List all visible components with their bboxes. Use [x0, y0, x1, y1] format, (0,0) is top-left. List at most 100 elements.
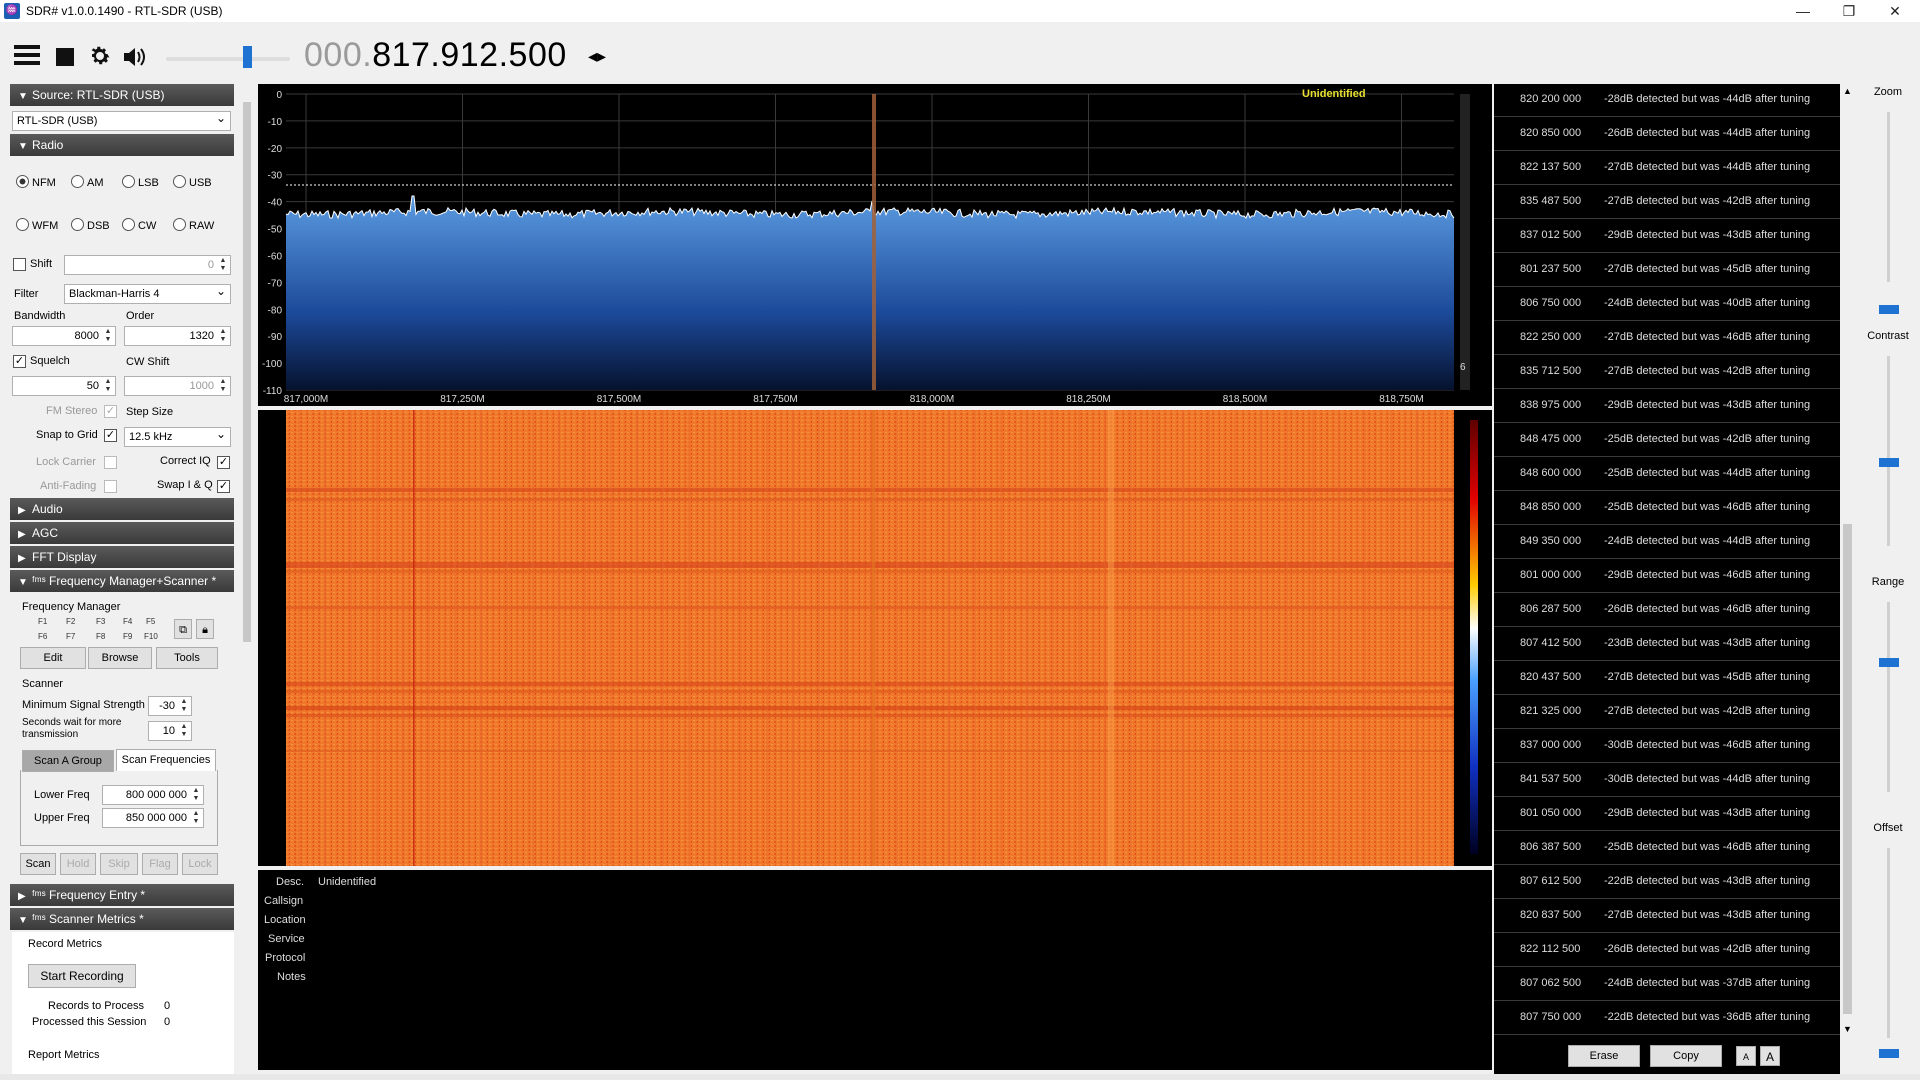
section-scanner-metrics-header[interactable]: ▼ ᶠᵐˢ Scanner Metrics * — [10, 908, 234, 930]
lock-button[interactable]: Lock — [182, 853, 218, 875]
scan-result-row[interactable]: 806 750 000 -24dB detected but was -40dB … — [1494, 288, 1840, 321]
scroll-down-icon[interactable]: ▼ — [1843, 1024, 1852, 1034]
zoom-slider-track[interactable] — [1887, 112, 1890, 282]
squelch-checkbox[interactable]: ✓ — [13, 355, 26, 368]
scan-result-row[interactable]: 848 475 000 -25dB detected but was -42dB … — [1494, 424, 1840, 457]
fkey-f5[interactable]: F5 — [146, 617, 155, 626]
fkey-f4[interactable]: F4 — [123, 617, 132, 626]
scan-result-row[interactable]: 801 050 000 -29dB detected but was -43dB … — [1494, 798, 1840, 831]
frequency-display[interactable]: 000.817.912.500 — [304, 36, 567, 75]
minimize-button[interactable]: — — [1780, 0, 1826, 22]
fkey-f6[interactable]: F6 — [38, 632, 47, 641]
edit-button[interactable]: Edit — [20, 647, 86, 669]
copy-icon[interactable]: ⧉ — [174, 619, 192, 639]
section-source-header[interactable]: ▼ Source: RTL-SDR (USB) — [10, 84, 234, 106]
flag-button[interactable]: Flag — [142, 853, 178, 875]
shift-checkbox[interactable] — [13, 258, 26, 271]
scan-result-row[interactable]: 835 487 500 -27dB detected but was -42dB … — [1494, 186, 1840, 219]
font-smaller-button[interactable]: A — [1736, 1046, 1756, 1066]
anti-fading-checkbox[interactable] — [104, 480, 117, 493]
scan-result-row[interactable]: 801 237 500 -27dB detected but was -45dB … — [1494, 254, 1840, 287]
fm-stereo-checkbox[interactable]: ✓ — [104, 405, 117, 418]
step-size-select[interactable]: 12.5 kHz — [124, 425, 231, 447]
snap-to-grid-checkbox[interactable]: ✓ — [104, 429, 117, 442]
scan-result-row[interactable]: 820 437 500 -27dB detected but was -45dB … — [1494, 662, 1840, 695]
scroll-up-icon[interactable]: ▲ — [1843, 86, 1852, 96]
scan-list-scrollbar[interactable]: ▲ ▼ — [1840, 84, 1856, 1040]
fkey-f8[interactable]: F8 — [96, 632, 105, 641]
scan-result-row[interactable]: 835 712 500 -27dB detected but was -42dB … — [1494, 356, 1840, 389]
mode-cw-radio[interactable]: CW — [122, 218, 156, 232]
scan-result-row[interactable]: 837 012 500 -29dB detected but was -43dB … — [1494, 220, 1840, 253]
contrast-slider-thumb[interactable] — [1879, 458, 1899, 467]
section-fft-header[interactable]: ▶ FFT Display — [10, 546, 234, 568]
scan-result-row[interactable]: 806 387 500 -25dB detected but was -46dB … — [1494, 832, 1840, 865]
cw-shift-input[interactable]: 1000 ▲ ▼ — [124, 376, 231, 396]
scan-result-row[interactable]: 821 325 000 -27dB detected but was -42dB … — [1494, 696, 1840, 729]
scan-results-list[interactable]: 820 200 000 -28dB detected but was -44dB … — [1494, 84, 1840, 1040]
mode-dsb-radio[interactable]: DSB — [71, 218, 110, 232]
tools-button[interactable]: Tools — [156, 647, 218, 669]
filter-select[interactable]: Blackman-Harris 4 — [64, 282, 231, 304]
browse-button[interactable]: Browse — [88, 647, 152, 669]
scan-result-row[interactable]: 807 412 500 -23dB detected but was -43dB … — [1494, 628, 1840, 661]
min-signal-input[interactable]: -30 ▲ ▼ — [148, 696, 192, 716]
start-recording-button[interactable]: Start Recording — [28, 964, 136, 988]
hamburger-icon[interactable] — [14, 44, 40, 71]
lock-icon[interactable]: 🔒︎ — [196, 619, 214, 639]
zoom-slider-thumb[interactable] — [1879, 305, 1899, 314]
tuning-arrows-icon[interactable]: ◂▸ — [588, 46, 606, 67]
scan-result-row[interactable]: 848 600 000 -25dB detected but was -44dB … — [1494, 458, 1840, 491]
speaker-icon[interactable] — [122, 46, 148, 73]
fkey-f1[interactable]: F1 — [38, 617, 47, 626]
scan-result-row[interactable]: 822 250 000 -27dB detected but was -46dB … — [1494, 322, 1840, 355]
spectrum-analyzer[interactable]: 0 -10 -20 -30 -40 -50 -60 -70 -80 -90 -100 -110 817… — [258, 84, 1492, 406]
skip-button[interactable]: Skip — [100, 853, 138, 875]
order-input[interactable]: 1320 ▲ ▼ — [124, 326, 231, 346]
scan-result-row[interactable]: 822 112 500 -26dB detected but was -42dB … — [1494, 934, 1840, 967]
wait-input[interactable]: 10 ▲ ▼ — [148, 721, 192, 741]
scan-result-row[interactable]: 807 062 500 -24dB detected but was -37dB … — [1494, 968, 1840, 1001]
squelch-input[interactable]: 50 ▲ ▼ — [12, 376, 116, 396]
scan-result-row[interactable]: 820 200 000 -28dB detected but was -44dB … — [1494, 84, 1840, 117]
scan-button[interactable]: Scan — [20, 853, 56, 875]
scan-result-row[interactable]: 820 850 000 -26dB detected but was -44dB … — [1494, 118, 1840, 151]
tab-scan-frequencies[interactable]: Scan Frequencies — [116, 749, 216, 771]
maximize-button[interactable]: ❐ — [1826, 0, 1872, 22]
left-scroll-thumb[interactable] — [243, 102, 251, 642]
fkey-f3[interactable]: F3 — [96, 617, 105, 626]
mode-usb-radio[interactable]: USB — [173, 175, 212, 189]
source-device-select[interactable]: RTL-SDR (USB) — [12, 109, 231, 131]
mode-nfm-radio[interactable]: NFM — [16, 175, 56, 189]
section-freq-manager-header[interactable]: ▼ ᶠᵐˢ Frequency Manager+Scanner * — [10, 570, 234, 592]
shift-input[interactable]: 0 ▲ ▼ — [64, 255, 231, 275]
bandwidth-input[interactable]: 8000 ▲ ▼ — [12, 326, 116, 346]
range-slider-track[interactable] — [1887, 602, 1890, 792]
lock-carrier-checkbox[interactable] — [104, 456, 117, 469]
contrast-slider-track[interactable] — [1887, 356, 1890, 546]
offset-slider-thumb[interactable] — [1879, 1049, 1899, 1058]
left-panel-scrollbar[interactable] — [240, 84, 254, 1074]
range-slider-thumb[interactable] — [1879, 658, 1899, 667]
section-freq-entry-header[interactable]: ▶ ᶠᵐˢ Frequency Entry * — [10, 884, 234, 906]
volume-slider-track[interactable] — [166, 57, 290, 61]
copy-button[interactable]: Copy — [1650, 1045, 1722, 1067]
tuning-marker[interactable] — [872, 94, 876, 390]
volume-slider-thumb[interactable] — [242, 46, 252, 68]
section-radio-header[interactable]: ▼ Radio — [10, 134, 234, 156]
waterfall-display[interactable] — [258, 410, 1492, 866]
scan-result-row[interactable]: 801 000 000 -29dB detected but was -46dB … — [1494, 560, 1840, 593]
fkey-f2[interactable]: F2 — [66, 617, 75, 626]
gear-icon[interactable] — [88, 44, 112, 73]
scan-result-row[interactable]: 849 350 000 -24dB detected but was -44dB … — [1494, 526, 1840, 559]
upper-freq-input[interactable]: 850 000 000 ▲ ▼ — [102, 808, 204, 828]
erase-button[interactable]: Erase — [1568, 1045, 1640, 1067]
mode-raw-radio[interactable]: RAW — [173, 218, 214, 232]
mode-wfm-radio[interactable]: WFM — [16, 218, 58, 232]
fkey-f7[interactable]: F7 — [66, 632, 75, 641]
section-audio-header[interactable]: ▶ Audio — [10, 498, 234, 520]
mode-lsb-radio[interactable]: LSB — [122, 175, 159, 189]
scan-result-row[interactable]: 838 975 000 -29dB detected but was -43dB … — [1494, 390, 1840, 423]
fkey-f10[interactable]: F10 — [144, 632, 158, 641]
hold-button[interactable]: Hold — [60, 853, 96, 875]
